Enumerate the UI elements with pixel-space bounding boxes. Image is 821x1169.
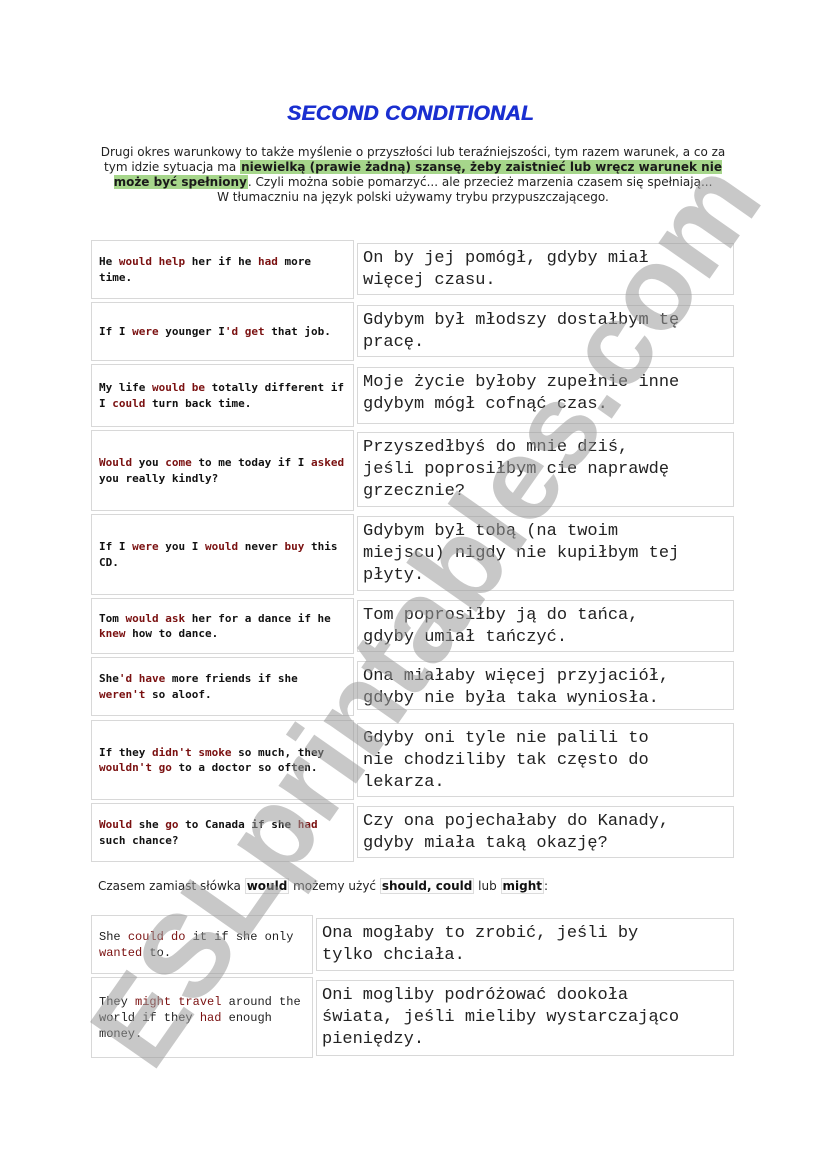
keyword: knew [99,627,126,640]
word-might: might [500,878,545,894]
sentence-text: If I [99,540,133,553]
sentence-text: Tom [99,611,126,625]
english-sentence: She'd have more friends if she weren't s… [91,657,354,716]
sentence-text: her for a dance if he [185,611,331,625]
sentence-text: so aloof. [145,687,212,701]
english-sentence: If I were younger I'd get that job. [91,302,354,361]
sentence-text: turn back time. [145,396,252,410]
polish-translation: Gdyby oni tyle nie palili to nie chodzil… [357,723,734,797]
sentence-text: If I [99,324,133,338]
sentence-text: My life [99,381,152,394]
keyword: buy [284,540,305,553]
sentence-text: you [132,456,166,469]
keyword: could do [127,929,186,944]
keyword: asked [310,456,345,469]
keyword: come [165,456,192,469]
sentence-text: They [99,994,136,1009]
intro-text-continued: . Czyli można sobie pomarzyć... ale prze… [247,175,713,189]
english-sentence: Would she go to Canada if she had such c… [91,803,354,862]
keyword: had [199,1010,222,1025]
polish-translation: Oni mogliby podróżować dookoła świata, j… [316,980,734,1056]
keyword: were [132,324,159,338]
keyword: could [112,396,146,410]
english-sentence: He would help her if he had more time. [91,240,354,299]
keyword: didn't smoke [151,745,232,759]
polish-translation: Tom poprosiłby ją do tańca, gdyby umiał … [357,600,734,652]
polish-translation: Czy ona pojechałaby do Kanady, gdyby mia… [357,806,734,858]
sentence-text: she [132,818,166,831]
modal-note: Czasem zamiast słówka would możemy użyć … [98,878,549,894]
sentence-text: to. [142,945,172,960]
keyword: would be [151,381,205,394]
english-sentence: If they didn't smoke so much, they would… [91,720,354,800]
keyword: would help [118,255,186,268]
keyword: go [165,818,179,831]
note-text: lub [474,879,501,893]
polish-translation: Ona mogłaby to zrobić, jeśli by tylko ch… [316,918,734,971]
keyword: had [257,255,278,268]
sentence-text: more friends if she [165,672,298,685]
keyword: Would [99,456,133,469]
sentence-text: to a doctor so often. [171,761,318,774]
keyword: would [204,540,239,553]
keyword: 'd get [224,324,265,338]
english-sentence: They might travel around the world if th… [91,977,313,1058]
sentence-text: to me today if I [191,456,311,469]
keyword: might travel [135,994,222,1009]
polish-translation: Moje życie byłoby zupełnie inne gdybym m… [357,367,734,424]
keyword: Would [99,818,133,831]
intro-line-2: W tłumaczniu na język polski używamy try… [217,190,609,204]
sentence-text: her if he [185,255,258,268]
note-text: Czasem zamiast słówka [98,879,245,893]
keyword: wouldn't go [99,761,172,774]
word-should-could: should, could [379,878,475,894]
english-sentence: Would you come to me today if I asked yo… [91,430,354,511]
polish-translation: On by jej pomógł, gdyby miał więcej czas… [357,243,734,295]
sentence-text: such chance? [99,833,179,847]
polish-translation: Gdybym był młodszy dostałbym tę pracę. [357,305,734,357]
note-text: możemy użyć [289,879,380,893]
keyword: 'd have [118,672,166,685]
sentence-text: that job. [264,324,331,338]
sentence-text: She [99,672,119,685]
word-would: would [244,878,290,894]
english-sentence: My life would be totally different if I … [91,364,354,427]
sentence-text: If they [99,745,152,759]
sentence-text: you really kindly? [99,471,219,485]
intro-paragraph: Drugi okres warunkowy to także myślenie … [98,145,728,205]
keyword: had [297,818,318,831]
keyword: weren't [99,687,146,701]
sentence-text: never [238,540,285,553]
polish-translation: Ona miałaby więcej przyjaciół, gdyby nie… [357,661,734,710]
polish-translation: Gdybym był tobą (na twoim miejscu) nigdy… [357,516,734,591]
sentence-text: you I [158,540,205,553]
note-text: : [544,879,549,893]
sentence-text: to Canada if she [178,818,298,831]
keyword: wanted [99,945,143,960]
sentence-text: She [99,929,128,944]
english-sentence: She could do it if she only wanted to. [91,915,313,974]
page-title: SECOND CONDITIONAL [287,102,534,125]
keyword: were [132,540,159,553]
sentence-text: how to dance. [125,627,219,640]
english-sentence: If I were you I would never buy this CD. [91,514,354,595]
polish-translation: Przyszedłbyś do mnie dziś, jeśli poprosi… [357,432,734,507]
sentence-text: it if she only [185,929,294,944]
sentence-text: He [99,255,119,268]
sentence-text: so much, they [231,745,325,759]
sentence-text: younger I [158,324,225,338]
keyword: would ask [125,611,186,625]
english-sentence: Tom would ask her for a dance if he knew… [91,598,354,654]
